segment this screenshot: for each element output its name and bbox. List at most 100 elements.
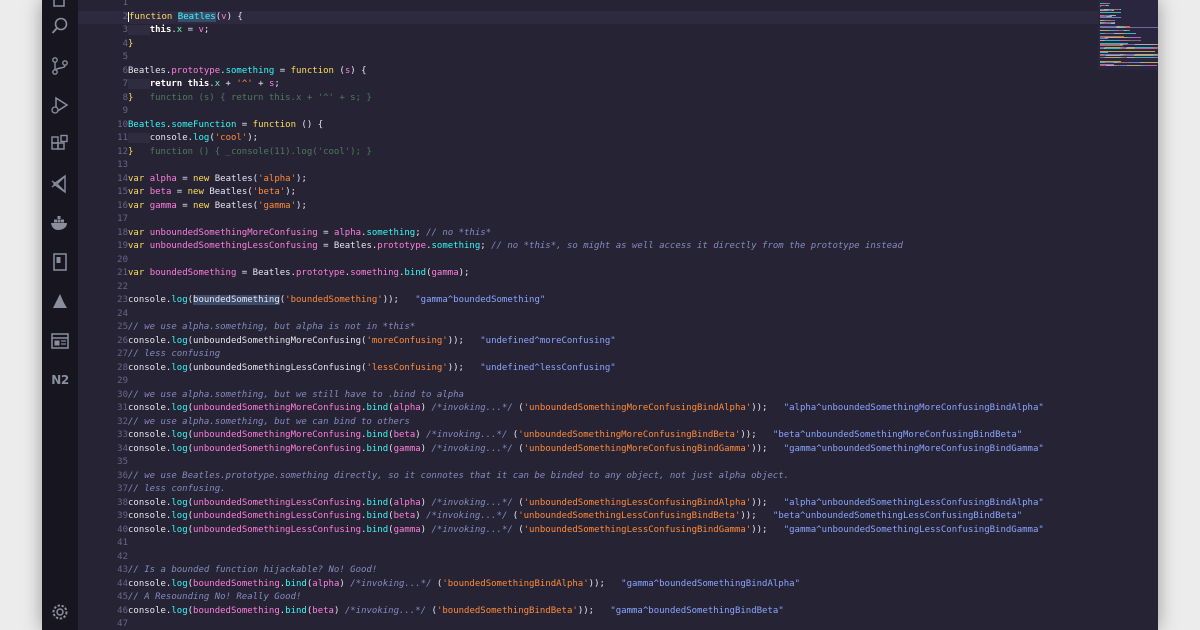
code-line[interactable]: 31 console.log (unboundedSomethingMoreConf…: [78, 402, 1138, 416]
settings-gear-icon[interactable]: [48, 600, 72, 624]
code-editor[interactable]: 1 2 function Beatles(v) {3 this.x = v; 4} 5 6…: [78, 0, 1158, 630]
code-line[interactable]: 33 console.log (unboundedSomethingMoreConf…: [78, 429, 1138, 443]
code-line[interactable]: 25// we use alpha.something, but alpha i…: [78, 321, 1138, 335]
code-token: unboundedSomethingLessConfusing: [149, 241, 318, 251]
code-line[interactable]: 38 console.log (unboundedSomethingLessConf…: [78, 497, 1138, 511]
code-token: );: [296, 200, 307, 211]
minimap[interactable]: [1098, 0, 1158, 70]
code-line[interactable]: 5: [78, 51, 1138, 65]
docker-icon[interactable]: [48, 211, 72, 235]
code-line[interactable]: 3 this.x = v;: [78, 24, 1138, 38]
code-line[interactable]: 30// we use alpha.something, but we stil…: [78, 389, 1138, 403]
code-line[interactable]: 14 var alpha = new Beatles('alpha');: [78, 173, 1138, 187]
minimap-stroke: [1100, 6, 1101, 8]
minimap-stroke: [1102, 27, 1116, 29]
code-token: "gamma^boundedSomethingBindAlpha": [621, 578, 800, 589]
code-token: =: [236, 119, 253, 130]
code-line[interactable]: 18 var unboundedSomethingMoreConfusing = …: [78, 227, 1138, 241]
n2-icon[interactable]: N2: [48, 368, 72, 392]
code-line[interactable]: 20: [78, 254, 1138, 268]
code-token: alpha: [333, 227, 362, 238]
code-line[interactable]: 34 console.log (unboundedSomethingMoreConf…: [78, 443, 1138, 457]
code-line[interactable]: 4}: [78, 38, 1138, 52]
code-text: console.log(unboundedSomethingMoreConfus…: [128, 335, 616, 349]
line-number: 21: [117, 268, 128, 278]
code-line[interactable]: 27// less confusing: [78, 348, 1138, 362]
code-line[interactable]: 19 var unboundedSomethingLessConfusing = …: [78, 240, 1138, 254]
code-line[interactable]: 44 console.log(boundedSomething.bind(alph…: [78, 578, 1138, 592]
code-token: // Is a bounded function hijackable? No!…: [128, 565, 378, 575]
code-line[interactable]: 2 function Beatles(v) {: [78, 10, 1138, 24]
code-token: (: [512, 497, 524, 508]
code-line[interactable]: 35: [78, 456, 1138, 470]
code-token: 'boundedSomethingBindBeta': [436, 605, 578, 616]
minimap-stroke: [1100, 51, 1155, 52]
code-line[interactable]: 36// we use Beatles.prototype.something …: [78, 470, 1138, 484]
code-token: }: [128, 38, 134, 49]
line-number: 8: [122, 92, 128, 103]
code-token: function: [128, 11, 178, 22]
code-line[interactable]: 10 Beatles.someFunction = function () {: [78, 119, 1138, 133]
code-line[interactable]: 37// less confusing.: [78, 483, 1138, 497]
line-number: 3: [122, 25, 128, 35]
code-line[interactable]: 17: [78, 213, 1138, 227]
code-line[interactable]: 46 console.log(boundedSomething.bind(beta…: [78, 605, 1138, 619]
extensions-icon[interactable]: [48, 132, 72, 156]
code-token: alpha: [149, 173, 177, 184]
code-line[interactable]: 13: [78, 159, 1138, 173]
code-token: log: [171, 430, 188, 440]
bookmark-icon[interactable]: [48, 250, 72, 274]
run-debug-icon[interactable]: [48, 93, 72, 117]
code-line[interactable]: 41: [78, 537, 1138, 551]
search-icon[interactable]: [48, 14, 72, 38]
code-token: Beatles.: [128, 65, 172, 76]
code-line[interactable]: 23 console.log(boundedSomething('boundedS…: [78, 294, 1138, 308]
code-line[interactable]: 39 console.log (unboundedSomethingLessConf…: [78, 510, 1138, 524]
code-line[interactable]: 9: [78, 105, 1138, 119]
code-token: =: [182, 25, 199, 35]
source-control-icon[interactable]: [48, 54, 72, 78]
code-token: alpha: [393, 403, 421, 413]
code-token: (unboundedSomethingMoreConfusing(: [187, 335, 367, 346]
code-line[interactable]: 12} function () { _console(11).log('cool…: [78, 146, 1138, 160]
code-token: );: [296, 173, 307, 184]
code-line[interactable]: 7 return this.x + '^' + s;: [78, 78, 1138, 92]
code-line[interactable]: 28 console.log(unboundedSomethingLessConf…: [78, 362, 1138, 376]
code-line[interactable]: 47: [78, 618, 1138, 630]
minimap-stroke: [1120, 37, 1127, 38]
code-line[interactable]: 8} function (s) { return this.x + '^' + …: [78, 92, 1138, 106]
code-line[interactable]: 42: [78, 551, 1138, 565]
browser-preview-icon[interactable]: [48, 329, 72, 353]
code-line[interactable]: 1: [78, 0, 1138, 11]
code-line[interactable]: 26 console.log(unboundedSomethingMoreConf…: [78, 335, 1138, 349]
code-token: ));: [751, 403, 784, 413]
code-token: alpha: [312, 578, 340, 589]
minimap-stroke: [1135, 56, 1154, 58]
code-line[interactable]: 6 Beatles.prototype.something = function …: [78, 65, 1138, 79]
code-line[interactable]: 22: [78, 281, 1138, 295]
code-token: prototype: [296, 268, 345, 278]
code-line[interactable]: 29: [78, 375, 1138, 389]
line-number: 18: [117, 227, 128, 238]
code-token: // less confusing: [128, 349, 221, 359]
code-line[interactable]: 40 console.log (unboundedSomethingLessConf…: [78, 524, 1138, 538]
code-line[interactable]: 43// Is a bounded function hijackable? N…: [78, 564, 1138, 578]
vscode-icon[interactable]: [48, 172, 72, 196]
code-text: console.log (unboundedSomethingLessConfus…: [128, 510, 1022, 524]
code-token: Beatles(: [209, 187, 253, 197]
code-token: console.: [128, 430, 172, 440]
line-number: 47: [117, 619, 128, 629]
code-line[interactable]: 11 console.log('cool');: [78, 132, 1138, 146]
code-text: console.log(boundedSomething('boundedSom…: [128, 294, 545, 308]
code-line[interactable]: 24: [78, 308, 1138, 322]
code-line[interactable]: 16 var gamma = new Beatles('gamma');: [78, 200, 1138, 214]
code-line[interactable]: 15 var beta = new Beatles('beta');: [78, 186, 1138, 200]
code-token: ));: [588, 578, 622, 589]
code-token: console.: [128, 295, 172, 305]
code-text: // less confusing.: [128, 483, 226, 497]
code-line[interactable]: 45// A Resounding No! Really Good!: [78, 591, 1138, 605]
code-line[interactable]: 32// we use alpha.something, but we can …: [78, 416, 1138, 430]
wizard-hat-icon[interactable]: [48, 289, 72, 313]
code-line[interactable]: 21 var boundedSomething = Beatles.prototy…: [78, 267, 1138, 281]
code-token: (: [512, 403, 524, 413]
